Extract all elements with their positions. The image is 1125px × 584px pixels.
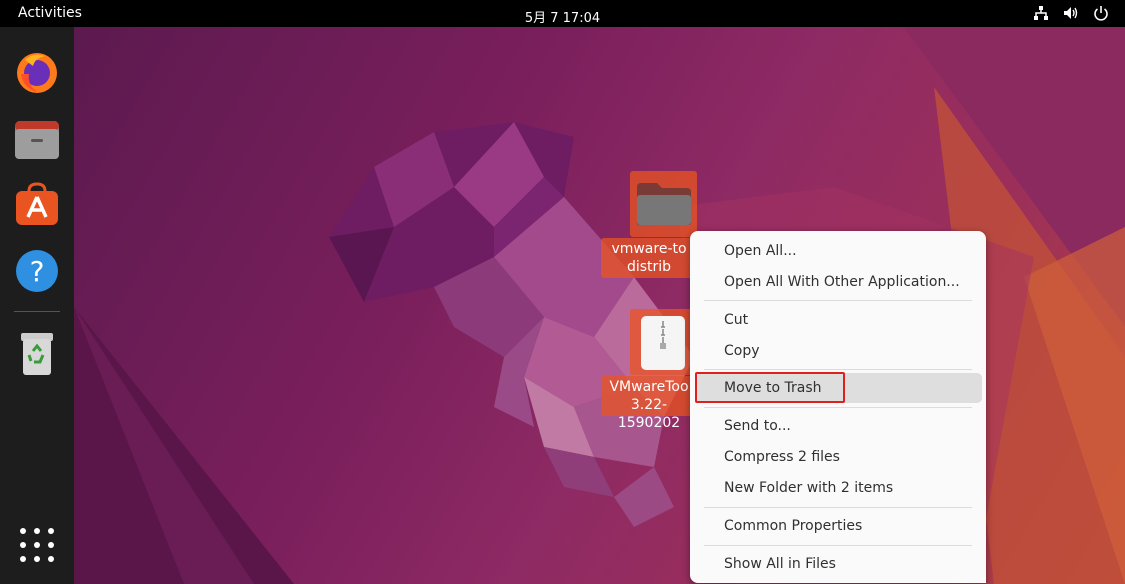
clock[interactable]: 5月 7 17:04 [0, 7, 1125, 26]
menu-item-compress[interactable]: Compress 2 files [696, 442, 982, 472]
help-icon: ? [16, 250, 58, 292]
show-apps-icon[interactable] [20, 528, 54, 562]
files-icon [15, 121, 59, 159]
software-icon [16, 182, 58, 225]
desktop-folder-icon[interactable] [630, 171, 697, 237]
menu-separator [704, 300, 972, 301]
help-launcher[interactable]: ? [13, 247, 61, 295]
menu-separator [704, 545, 972, 546]
software-launcher[interactable] [13, 181, 61, 229]
archive-icon [641, 316, 685, 370]
firefox-launcher[interactable] [13, 48, 61, 96]
files-launcher[interactable] [13, 115, 61, 163]
desktop-archive-icon[interactable] [630, 309, 697, 375]
menu-separator [704, 407, 972, 408]
menu-separator [704, 369, 972, 370]
menu-item-copy[interactable]: Copy [696, 336, 982, 366]
menu-item-send-to[interactable]: Send to... [696, 411, 982, 441]
menu-item-open-all[interactable]: Open All... [696, 236, 982, 266]
system-tray[interactable] [1033, 5, 1109, 21]
dock: ? [0, 27, 74, 584]
dock-separator [14, 311, 60, 312]
desktop-archive-label[interactable]: VMwareToo 3.22-1590202 [601, 378, 697, 431]
top-bar: Activities 5月 7 17:04 [0, 0, 1125, 27]
menu-separator [704, 507, 972, 508]
menu-item-cut[interactable]: Cut [696, 305, 982, 335]
menu-item-common-properties[interactable]: Common Properties [696, 511, 982, 541]
trash-icon [21, 333, 53, 375]
menu-item-open-with-other-app[interactable]: Open All With Other Application... [696, 267, 982, 297]
menu-item-show-all-in-files[interactable]: Show All in Files [696, 549, 982, 579]
desktop-folder-label[interactable]: vmware-to distrib [601, 240, 697, 276]
trash-launcher[interactable] [13, 329, 61, 377]
folder-icon [637, 183, 691, 225]
volume-icon[interactable] [1063, 5, 1079, 21]
annotation-highlight-box [695, 372, 845, 403]
svg-text:?: ? [30, 255, 45, 288]
firefox-icon [17, 53, 57, 93]
context-menu: Open All... Open All With Other Applicat… [690, 231, 986, 583]
menu-item-new-folder-with-items[interactable]: New Folder with 2 items [696, 473, 982, 503]
network-icon[interactable] [1033, 5, 1049, 21]
power-icon[interactable] [1093, 5, 1109, 21]
